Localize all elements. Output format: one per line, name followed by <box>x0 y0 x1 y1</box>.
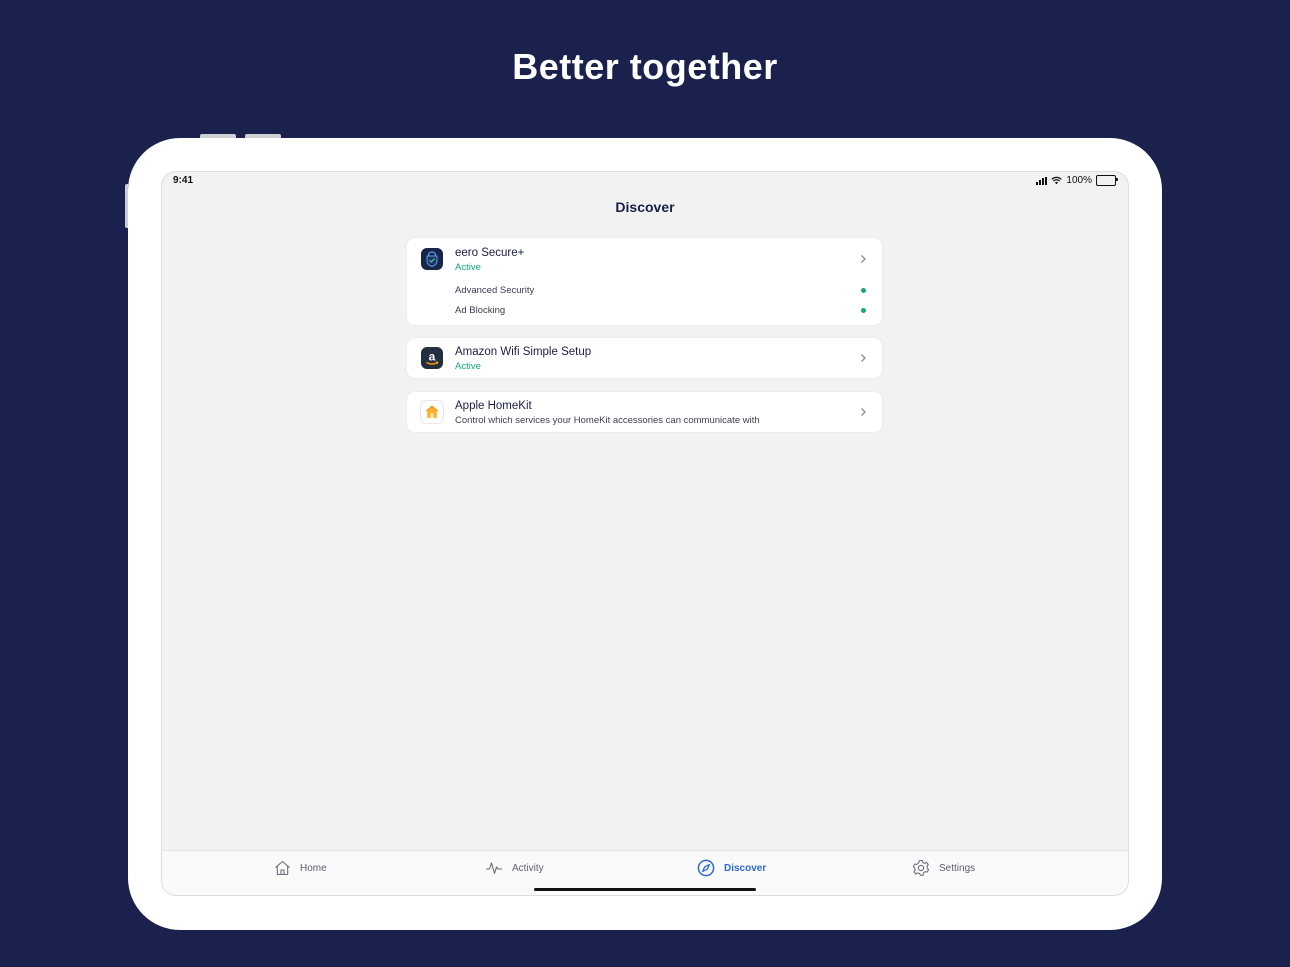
chevron-right-icon <box>861 408 866 416</box>
chevron-right-icon <box>861 354 866 362</box>
status-indicators: 100% <box>1036 175 1118 186</box>
eero-secure-card[interactable]: eero Secure+ Active Advanced Security Ad… <box>407 238 882 325</box>
tab-home[interactable]: Home <box>274 851 327 885</box>
tab-discover[interactable]: Discover <box>697 851 766 885</box>
home-indicator[interactable] <box>534 888 756 891</box>
gear-icon <box>912 859 930 877</box>
card-description: Control which services your HomeKit acce… <box>455 415 760 426</box>
wifi-icon <box>1051 176 1063 185</box>
tab-activity-label: Activity <box>512 862 544 874</box>
homekit-house-icon <box>421 401 443 423</box>
app-screen: 9:41 100% Discover eero Secure+ Active A… <box>162 172 1128 895</box>
home-icon <box>275 860 290 876</box>
headline: Better together <box>512 46 778 87</box>
tab-bar: Home Activity Discover Settings <box>162 850 1128 895</box>
apple-homekit-card[interactable]: Apple HomeKit Control which services you… <box>407 392 882 432</box>
feature-ad-blocking: Ad Blocking <box>455 305 506 316</box>
tab-home-label: Home <box>300 862 327 874</box>
card-status: Active <box>455 262 481 273</box>
card-title: eero Secure+ <box>455 247 525 259</box>
compass-icon <box>697 859 715 877</box>
tab-activity[interactable]: Activity <box>485 851 544 885</box>
tab-discover-label: Discover <box>724 862 767 874</box>
svg-text:a: a <box>429 350 436 364</box>
status-time: 9:41 <box>173 175 194 186</box>
page-title: Discover <box>615 199 675 215</box>
card-status: Active <box>455 361 481 372</box>
card-title: Apple HomeKit <box>455 400 532 412</box>
status-bar: 9:41 100% <box>162 172 1128 190</box>
amazon-wifi-setup-card[interactable]: a Amazon Wifi Simple Setup Active <box>407 338 882 378</box>
battery-percent: 100% <box>1066 175 1092 186</box>
cellular-signal-icon <box>1036 176 1048 185</box>
battery-icon <box>1096 175 1118 186</box>
status-dot-enabled <box>861 288 866 293</box>
status-dot-enabled <box>861 308 866 313</box>
card-title: Amazon Wifi Simple Setup <box>455 346 592 358</box>
tab-settings[interactable]: Settings <box>912 851 975 885</box>
amazon-logo-icon: a <box>421 347 443 369</box>
feature-advanced-security: Advanced Security <box>455 285 535 296</box>
tab-settings-label: Settings <box>939 862 976 874</box>
chevron-right-icon <box>861 255 866 263</box>
eero-secure-shield-icon <box>421 248 443 270</box>
activity-pulse-icon <box>486 862 502 875</box>
